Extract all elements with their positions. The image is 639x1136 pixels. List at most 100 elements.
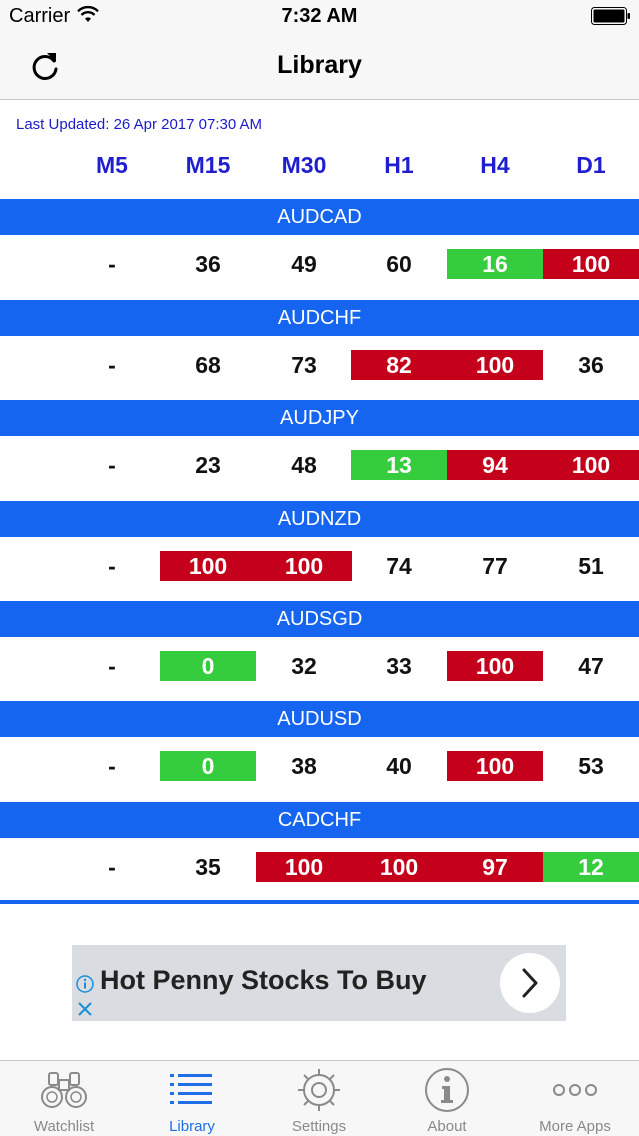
pair-block[interactable]: AUDUSD - 0 38 40 100 53 [0, 701, 639, 801]
tab-bar: Watchlist Library Settings About More Ap… [0, 1060, 639, 1136]
value-row: - 36 49 60 16 100 [0, 249, 639, 279]
value-cell: 100 [351, 852, 447, 882]
pair-header: AUDSGD [0, 601, 639, 637]
tab-more-apps[interactable]: More Apps [511, 1061, 639, 1136]
column-header-d1: D1 [576, 152, 606, 178]
refresh-icon [32, 53, 58, 80]
value-cell: 100 [160, 551, 256, 581]
ad-info-icon[interactable] [76, 975, 94, 993]
ad-headline: Hot Penny Stocks To Buy [100, 965, 427, 995]
value-cell: 74 [386, 553, 412, 579]
value-row: - 68 73 82 100 36 [0, 350, 639, 380]
tab-settings[interactable]: Settings [255, 1061, 383, 1136]
value-cell: 100 [543, 450, 639, 480]
value-cell: 100 [447, 651, 543, 681]
gear-icon [298, 1069, 340, 1111]
value-cell: - [108, 854, 116, 880]
list-end-divider [0, 900, 639, 904]
value-cell: 49 [291, 251, 317, 277]
value-row: - 23 48 13 94 100 [0, 450, 639, 480]
ad-close-icon[interactable] [76, 1000, 94, 1018]
screen: Carrier 7:32 AM Library Last Updated: 26… [0, 0, 639, 1136]
value-cell: 82 [351, 350, 447, 380]
page-title: Library [277, 51, 362, 79]
status-time: 7:32 AM [281, 5, 358, 27]
tab-label: Watchlist [33, 1118, 95, 1135]
pair-block[interactable]: AUDSGD - 0 32 33 100 47 [0, 601, 639, 701]
value-row: - 35 100 100 97 12 [0, 852, 639, 882]
value-cell: 36 [195, 251, 221, 277]
binoculars-icon [41, 1072, 87, 1108]
value-cell: 51 [578, 553, 604, 579]
pair-header: AUDCHF [0, 300, 639, 336]
value-cell: 94 [447, 450, 543, 480]
ad-open-button[interactable] [500, 953, 560, 1013]
value-cell: 16 [447, 249, 543, 279]
pair-header: AUDJPY [0, 400, 639, 436]
value-row: - 100 100 74 77 51 [0, 551, 639, 581]
pair-block[interactable]: AUDNZD - 100 100 74 77 51 [0, 501, 639, 601]
value-cell: 100 [256, 551, 352, 581]
value-cell: 13 [351, 450, 447, 480]
column-header-row: M5 M15 M30 H1 H4 D1 [0, 152, 639, 188]
value-cell: 100 [447, 350, 543, 380]
value-cell: 12 [543, 852, 639, 882]
value-cell: 23 [195, 452, 221, 478]
column-header-m30: M30 [281, 152, 327, 178]
tab-label: Library [169, 1118, 215, 1135]
value-cell: 97 [447, 852, 543, 882]
value-cell: 68 [195, 352, 221, 378]
tab-label: Settings [291, 1118, 347, 1135]
value-cell: 100 [543, 249, 639, 279]
ad-banner[interactable]: Hot Penny Stocks To Buy [72, 945, 566, 1021]
column-header-m5: M5 [96, 152, 128, 178]
value-cell: - [108, 251, 116, 277]
value-cell: - [108, 553, 116, 579]
column-header-h4: H4 [480, 152, 510, 178]
value-cell: 40 [386, 753, 412, 779]
tab-library[interactable]: Library [128, 1061, 256, 1136]
pair-block[interactable]: AUDJPY - 23 48 13 94 100 [0, 400, 639, 500]
tab-watchlist[interactable]: Watchlist [0, 1061, 128, 1136]
value-row: - 0 32 33 100 47 [0, 651, 639, 681]
pair-block[interactable]: CADCHF - 35 100 100 97 12 [0, 802, 639, 902]
pair-block[interactable]: AUDCAD - 36 49 60 16 100 [0, 199, 639, 299]
value-cell: 0 [160, 751, 256, 781]
value-cell: - [108, 452, 116, 478]
pair-header: CADCHF [0, 802, 639, 838]
value-cell: 32 [291, 653, 317, 679]
pair-block[interactable]: AUDCHF - 68 73 82 100 36 [0, 300, 639, 400]
value-cell: 100 [256, 852, 352, 882]
refresh-button[interactable] [24, 46, 66, 88]
chevron-right-icon [522, 968, 538, 998]
pair-header: AUDNZD [0, 501, 639, 537]
nav-bar: Library [0, 34, 639, 100]
value-cell: 0 [160, 651, 256, 681]
value-cell: 47 [578, 653, 604, 679]
tab-label: More Apps [539, 1118, 611, 1135]
value-cell: 100 [447, 751, 543, 781]
battery-icon [591, 7, 630, 25]
value-cell: 77 [482, 553, 508, 579]
last-updated-label: Last Updated: 26 Apr 2017 07:30 AM [16, 116, 263, 133]
value-cell: 36 [578, 352, 604, 378]
status-bar: Carrier 7:32 AM [0, 0, 639, 34]
value-cell: 48 [291, 452, 317, 478]
value-cell: - [108, 653, 116, 679]
value-cell: 53 [578, 753, 604, 779]
column-header-h1: H1 [384, 152, 414, 178]
value-cell: 60 [386, 251, 412, 277]
value-cell: 33 [386, 653, 412, 679]
pair-header: AUDCAD [0, 199, 639, 235]
value-cell: - [108, 753, 116, 779]
pair-header: AUDUSD [0, 701, 639, 737]
value-cell: 73 [291, 352, 317, 378]
more-icon [553, 1084, 597, 1096]
value-cell: - [108, 352, 116, 378]
tab-about[interactable]: About [383, 1061, 511, 1136]
value-row: - 0 38 40 100 53 [0, 751, 639, 781]
column-header-m15: M15 [185, 152, 231, 178]
tab-label: About [427, 1118, 467, 1135]
value-cell: 38 [291, 753, 317, 779]
value-cell: 35 [195, 854, 221, 880]
